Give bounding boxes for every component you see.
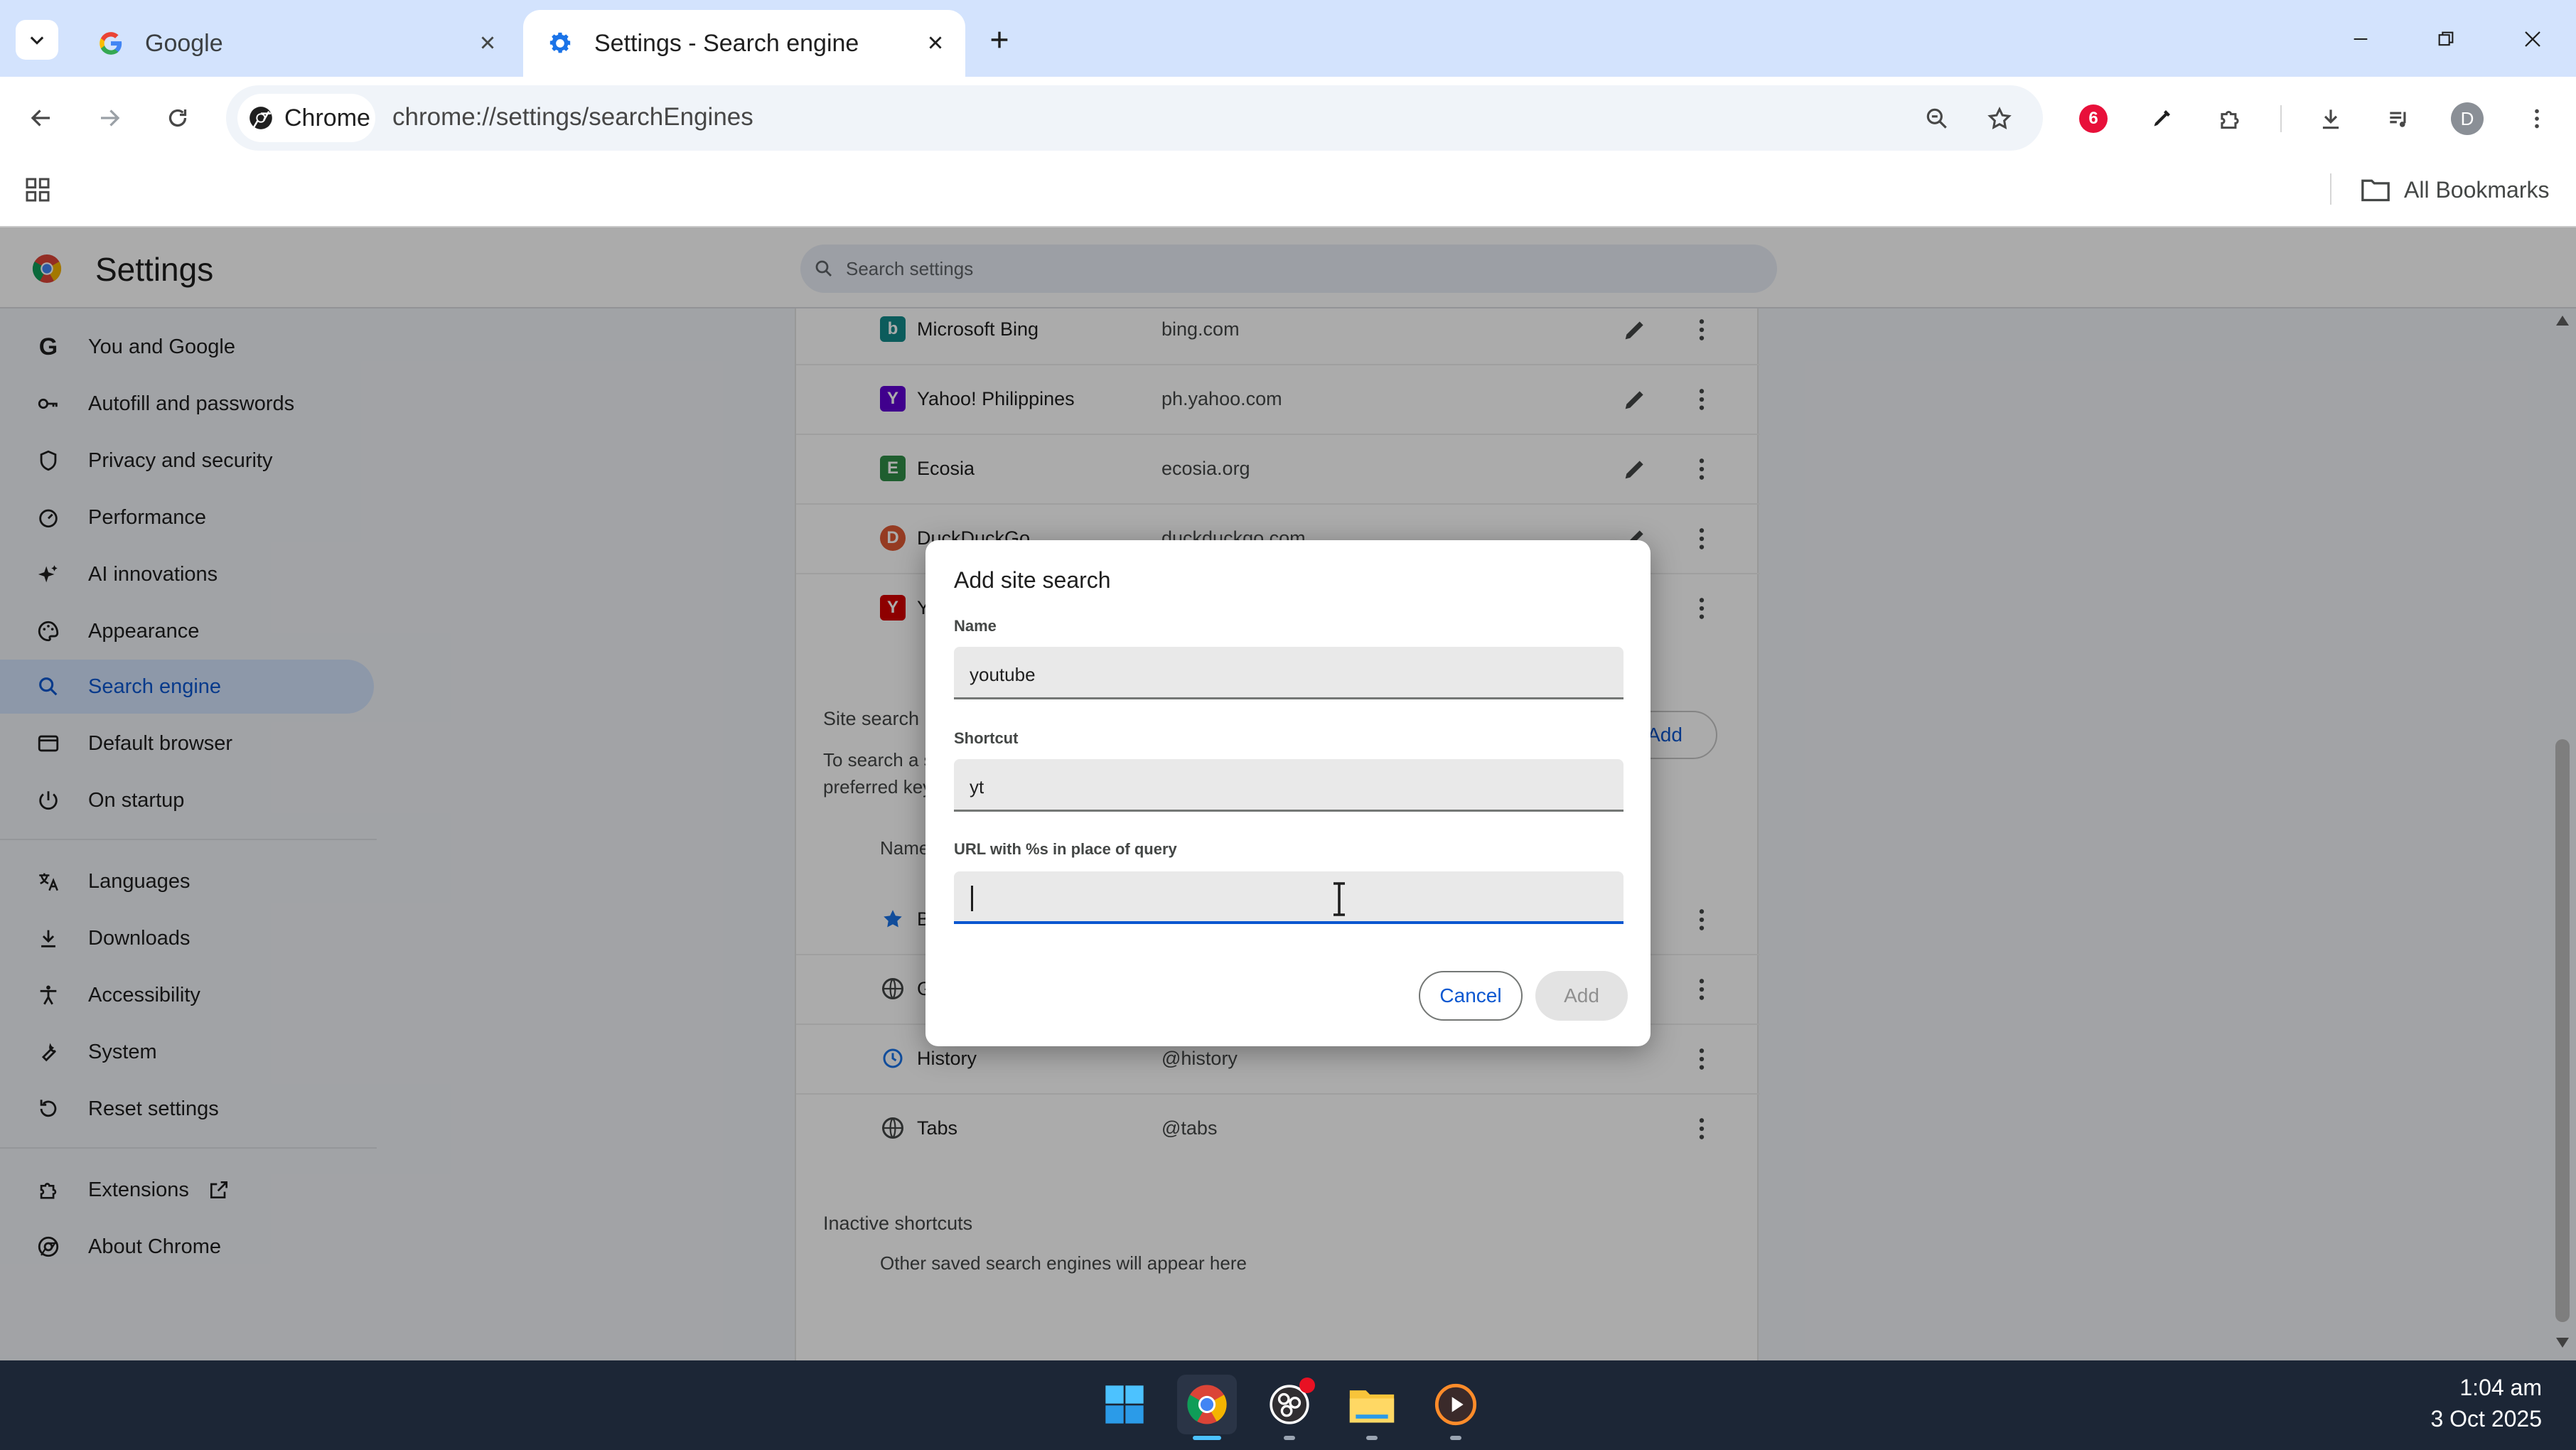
reload-icon bbox=[168, 109, 187, 127]
tab-search-button[interactable] bbox=[16, 20, 58, 60]
name-field-label: Name bbox=[954, 617, 997, 635]
running-app-indicator bbox=[1366, 1436, 1378, 1440]
restore-icon bbox=[2438, 31, 2454, 46]
folder-icon bbox=[1349, 1390, 1395, 1423]
shortcut-field[interactable]: yt bbox=[954, 759, 1624, 812]
google-favicon-icon bbox=[95, 28, 127, 59]
recording-dot-icon bbox=[1299, 1378, 1315, 1393]
tab-title: Google bbox=[145, 29, 223, 57]
back-button[interactable] bbox=[24, 101, 58, 135]
close-icon[interactable] bbox=[473, 28, 502, 57]
chrome-menu-button[interactable] bbox=[2521, 102, 2553, 135]
site-chip[interactable]: Chrome bbox=[237, 94, 375, 142]
bookmark-star-button[interactable] bbox=[1983, 102, 2016, 135]
new-tab-button[interactable] bbox=[981, 21, 1018, 58]
chrome-logo-icon bbox=[1187, 1385, 1227, 1424]
pen-icon bbox=[2154, 110, 2170, 127]
windows-logo-icon bbox=[1105, 1385, 1144, 1424]
gear-icon bbox=[544, 28, 576, 59]
chevron-down-icon bbox=[30, 36, 44, 45]
name-field[interactable]: youtube bbox=[954, 647, 1624, 699]
downloads-button[interactable] bbox=[2314, 102, 2347, 135]
tab-settings[interactable]: Settings - Search engine bbox=[523, 10, 965, 77]
site-chip-label: Chrome bbox=[284, 104, 370, 131]
clock-date[interactable]: 3 Oct 2025 bbox=[2430, 1406, 2542, 1432]
star-icon bbox=[1987, 107, 2012, 129]
zoom-icon bbox=[1926, 108, 1947, 129]
extension-badge: 6 bbox=[2088, 109, 2098, 128]
apps-grid-icon bbox=[26, 178, 50, 202]
url-field-label: URL with %s in place of query bbox=[954, 840, 1177, 858]
adblock-icon: 6 bbox=[2079, 104, 2108, 133]
chrome-icon bbox=[249, 107, 272, 130]
extension-adblock-button[interactable]: 6 bbox=[2077, 102, 2110, 135]
close-icon bbox=[2525, 31, 2540, 47]
apps-button[interactable] bbox=[21, 173, 54, 206]
tab-google[interactable]: Google bbox=[74, 10, 517, 77]
clock-time[interactable]: 1:04 am bbox=[2459, 1375, 2542, 1401]
window-close-button[interactable] bbox=[2515, 21, 2550, 57]
profile-avatar[interactable]: D bbox=[2451, 102, 2484, 135]
taskbar-media-player[interactable] bbox=[1426, 1375, 1486, 1434]
folder-icon bbox=[2361, 179, 2390, 202]
avatar-initial: D bbox=[2460, 107, 2474, 129]
reload-button[interactable] bbox=[161, 101, 195, 135]
plus-icon bbox=[991, 31, 1008, 48]
back-arrow-icon bbox=[31, 109, 50, 127]
add-button[interactable]: Add bbox=[1535, 971, 1628, 1021]
toolbar-divider bbox=[2280, 105, 2282, 132]
add-site-search-dialog: Add site search Name youtube Shortcut yt… bbox=[925, 540, 1651, 1046]
taskbar-obs[interactable] bbox=[1260, 1375, 1319, 1434]
forward-arrow-icon bbox=[101, 109, 120, 127]
zoom-button[interactable] bbox=[1921, 102, 1953, 135]
active-app-indicator bbox=[1193, 1436, 1221, 1440]
text-cursor-icon bbox=[1333, 882, 1345, 916]
media-controls-button[interactable] bbox=[2383, 102, 2415, 135]
puzzle-icon bbox=[2221, 111, 2239, 129]
restore-button[interactable] bbox=[2428, 21, 2464, 57]
download-icon bbox=[2322, 109, 2339, 129]
name-field-value: youtube bbox=[970, 664, 1036, 685]
running-app-indicator bbox=[1450, 1436, 1461, 1440]
shortcut-field-value: yt bbox=[970, 776, 984, 798]
start-button[interactable] bbox=[1095, 1375, 1154, 1434]
media-player-icon bbox=[1434, 1383, 1477, 1426]
taskbar-file-explorer[interactable] bbox=[1342, 1375, 1402, 1434]
taskbar-chrome[interactable] bbox=[1177, 1375, 1237, 1434]
forward-button[interactable] bbox=[92, 101, 127, 135]
cancel-button[interactable]: Cancel bbox=[1419, 971, 1523, 1021]
text-caret bbox=[971, 886, 973, 911]
minimize-button[interactable] bbox=[2343, 21, 2378, 57]
extension-pen-button[interactable] bbox=[2145, 102, 2178, 135]
extensions-button[interactable] bbox=[2213, 102, 2246, 135]
all-bookmarks-label: All Bookmarks bbox=[2404, 176, 2550, 203]
bookmarks-bar bbox=[0, 161, 2576, 227]
kebab-menu-icon bbox=[2535, 109, 2539, 129]
url-text[interactable]: chrome://settings/searchEngines bbox=[392, 103, 753, 131]
url-field[interactable] bbox=[954, 871, 1624, 924]
dialog-title: Add site search bbox=[954, 567, 1111, 593]
media-queue-icon bbox=[2390, 112, 2406, 127]
minimize-icon bbox=[2354, 38, 2368, 41]
running-app-indicator bbox=[1284, 1436, 1295, 1440]
tab-title: Settings - Search engine bbox=[594, 29, 859, 57]
close-icon[interactable] bbox=[921, 28, 950, 57]
shortcut-field-label: Shortcut bbox=[954, 729, 1019, 747]
all-bookmarks-button[interactable]: All Bookmarks bbox=[2360, 172, 2550, 208]
bookmarks-divider bbox=[2330, 173, 2331, 205]
